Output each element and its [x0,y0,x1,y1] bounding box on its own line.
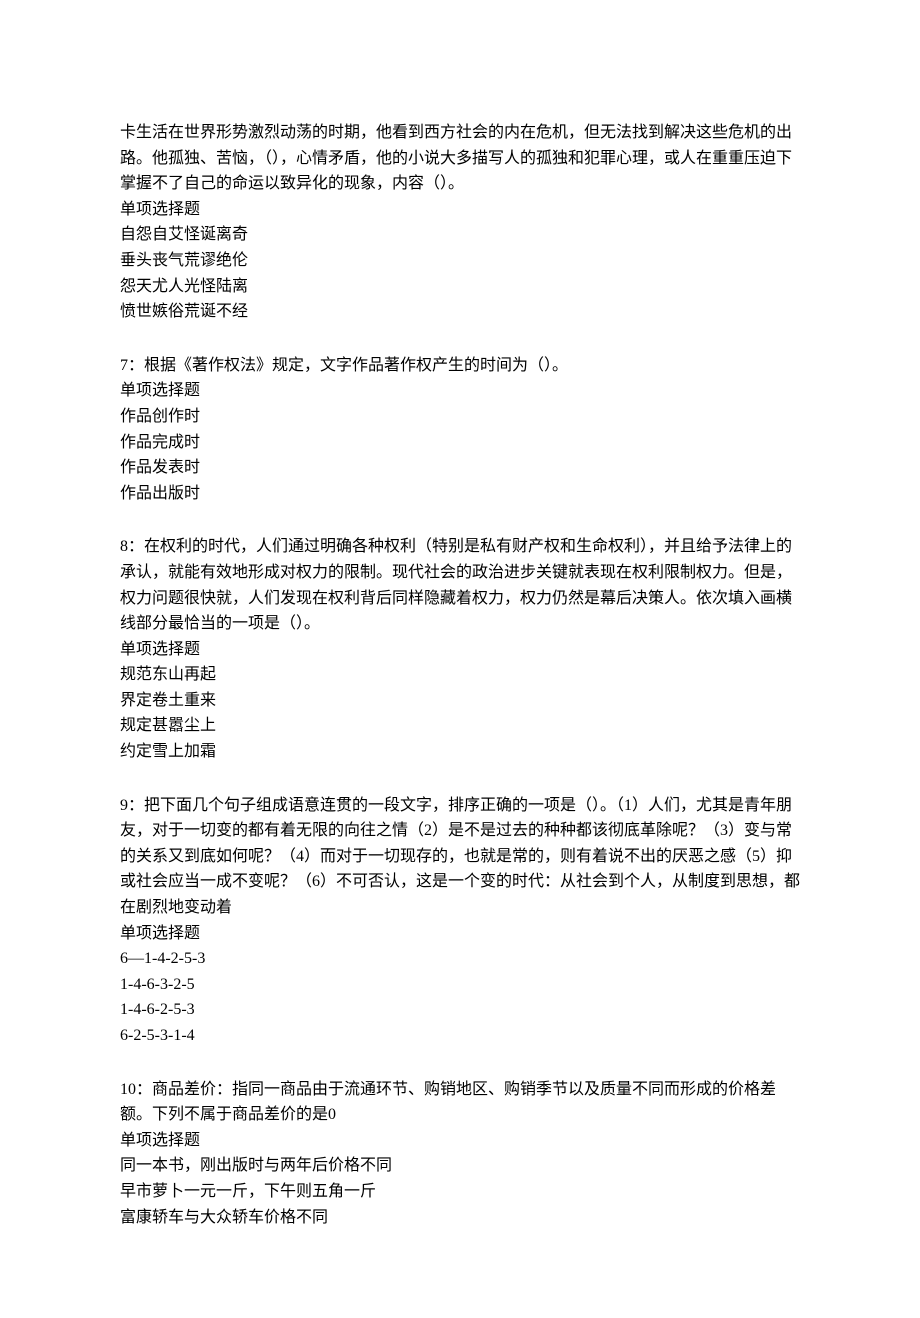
question-stem: 8：在权利的时代，人们通过明确各种权利（特别是私有财产权和生命权利），并且给予法… [120,534,800,636]
question-type-label: 单项选择题 [120,197,800,223]
option-d: 约定雪上加霜 [120,739,800,765]
question-7: 7：根据《著作权法》规定，文字作品著作权产生的时间为（）。 单项选择题 作品创作… [120,353,800,507]
question-10: 10：商品差价：指同一商品由于流通环节、购销地区、购销季节以及质量不同而形成的价… [120,1077,800,1231]
option-d: 6-2-5-3-1-4 [120,1023,800,1049]
option-b: 垂头丧气荒谬绝伦 [120,248,800,274]
question-type-label: 单项选择题 [120,637,800,663]
option-a: 规范东山再起 [120,662,800,688]
option-c: 作品发表时 [120,455,800,481]
option-a: 6—1-4-2-5-3 [120,946,800,972]
option-a: 作品创作时 [120,404,800,430]
question-type-label: 单项选择题 [120,1128,800,1154]
question-type-label: 单项选择题 [120,921,800,947]
question-9: 9：把下面几个句子组成语意连贯的一段文字，排序正确的一项是（）。（1）人们，尤其… [120,793,800,1049]
question-stem: 7：根据《著作权法》规定，文字作品著作权产生的时间为（）。 [120,353,800,379]
option-b: 作品完成时 [120,430,800,456]
question-6: 卡生活在世界形势激烈动荡的时期，他看到西方社会的内在危机，但无法找到解决这些危机… [120,120,800,325]
option-b: 界定卷土重来 [120,688,800,714]
option-c: 规定甚嚣尘上 [120,713,800,739]
question-type-label: 单项选择题 [120,378,800,404]
question-stem: 10：商品差价：指同一商品由于流通环节、购销地区、购销季节以及质量不同而形成的价… [120,1077,800,1128]
option-a: 自怨自艾怪诞离奇 [120,222,800,248]
option-c: 怨天尤人光怪陆离 [120,274,800,300]
option-b: 1-4-6-3-2-5 [120,972,800,998]
question-stem: 9：把下面几个句子组成语意连贯的一段文字，排序正确的一项是（）。（1）人们，尤其… [120,793,800,921]
option-b: 早市萝卜一元一斤，下午则五角一斤 [120,1179,800,1205]
question-8: 8：在权利的时代，人们通过明确各种权利（特别是私有财产权和生命权利），并且给予法… [120,534,800,764]
option-c: 1-4-6-2-5-3 [120,997,800,1023]
option-c: 富康轿车与大众轿车价格不同 [120,1205,800,1231]
option-d: 作品出版时 [120,481,800,507]
question-stem: 卡生活在世界形势激烈动荡的时期，他看到西方社会的内在危机，但无法找到解决这些危机… [120,120,800,197]
option-a: 同一本书，刚出版时与两年后价格不同 [120,1153,800,1179]
option-d: 愤世嫉俗荒诞不经 [120,299,800,325]
